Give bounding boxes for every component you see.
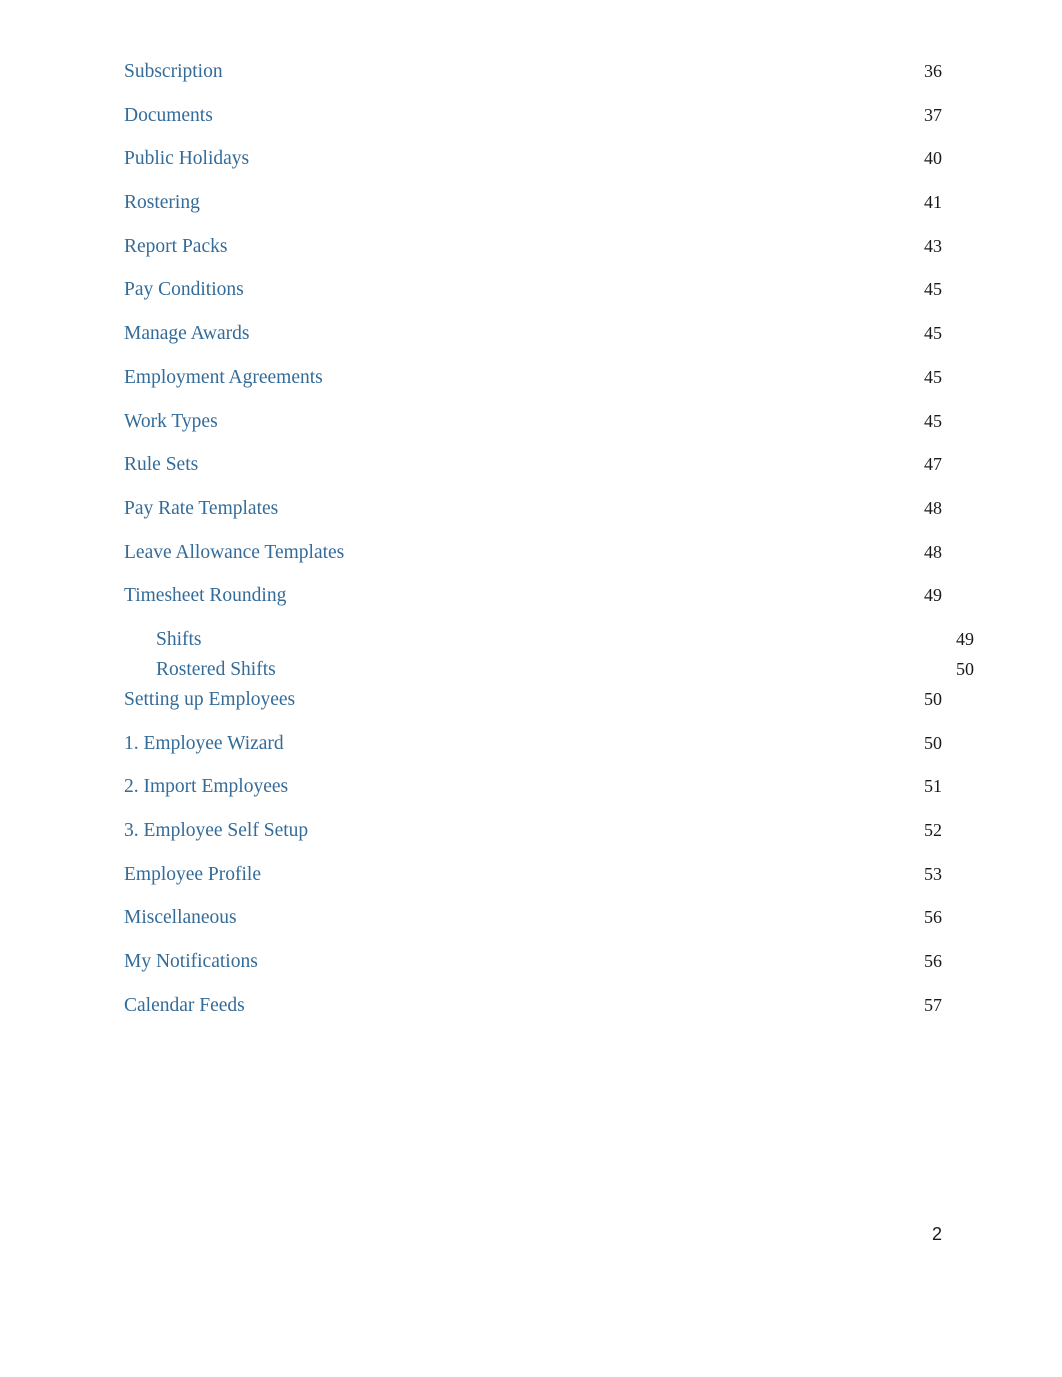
toc-entry-label: Rule Sets (124, 454, 199, 476)
toc-entry-label: Subscription (124, 61, 223, 82)
footer-page-number: 2 (931, 1224, 942, 1244)
toc-entry[interactable]: Shifts 49 (124, 630, 974, 650)
toc-entry-page-number: 45 (924, 410, 942, 431)
toc-entry[interactable]: Leave Allowance Templates 48 (124, 543, 942, 563)
toc-entry[interactable]: Pay Conditions 45 (124, 280, 942, 300)
toc-entry-label: Report Packs (124, 235, 228, 257)
toc-entry-label: Timesheet Rounding (124, 585, 287, 607)
toc-entry-page-number: 49 (956, 628, 974, 649)
toc-entry[interactable]: Rostering 41 (124, 193, 942, 213)
toc-entry[interactable]: Rostered Shifts 50 (124, 660, 974, 680)
toc-entry[interactable]: Rule Sets 47 (124, 455, 942, 475)
toc-entry-page-number: 50 (924, 732, 942, 753)
toc-entry-page-number: 40 (924, 148, 942, 169)
toc-entry-label: Rostering (124, 192, 200, 214)
toc-entry[interactable]: Work Types 45 (124, 410, 942, 432)
toc-entry-page-number: 43 (924, 235, 942, 256)
toc-entry-label: Documents (124, 104, 213, 126)
toc-entry-page-number: 41 (924, 192, 942, 213)
toc-entry[interactable]: Report Packs 43 (124, 237, 942, 257)
toc-entry-label: Miscellaneous (124, 907, 237, 929)
toc-entry[interactable]: Subscription 36 (124, 62, 942, 82)
toc-entry-label: Shifts (156, 628, 202, 650)
toc-entry-label: Pay Rate Templates (124, 497, 279, 519)
toc-entry[interactable]: Employee Profile 53 (124, 865, 942, 885)
toc-entry-page-number: 48 (924, 541, 942, 562)
toc-entry-label: Pay Conditions (124, 279, 244, 301)
toc-entry-label: 3. Employee Self Setup (124, 820, 309, 841)
toc-entry-page-number: 53 (924, 863, 942, 884)
toc-entry-page-number: 52 (924, 820, 942, 840)
toc-entry-label: Manage Awards (124, 323, 250, 345)
toc-entry-page-number: 48 (924, 497, 942, 518)
document-page: Subscription 36 Documents 37 Public Holidays… (0, 0, 1062, 1377)
toc-entry[interactable]: Public Holidays 40 (124, 149, 942, 169)
toc-entry-label: Employee Profile (124, 863, 262, 885)
toc-entry-label: Leave Allowance Templates (124, 541, 345, 563)
toc-entry-label: My Notifications (124, 951, 258, 973)
toc-entry[interactable]: Setting up Employees 50 (124, 690, 942, 710)
toc-entry-page-number: 45 (924, 323, 942, 344)
table-of-contents: Subscription 36 Documents 37 Public Holidays… (124, 62, 974, 1039)
toc-entry[interactable]: Manage Awards 45 (124, 324, 942, 344)
toc-entry-page-number: 49 (924, 585, 942, 606)
toc-entry-page-number: 47 (924, 454, 942, 475)
toc-entry-label: Rostered Shifts (156, 658, 276, 680)
toc-entry-label: 2. Import Employees (124, 776, 289, 798)
toc-entry[interactable]: Pay Rate Templates 48 (124, 499, 942, 519)
toc-entry[interactable]: Employment Agreements 45 (124, 368, 942, 388)
toc-entry-page-number: 50 (956, 658, 974, 679)
toc-entry-page-number: 50 (924, 688, 942, 709)
toc-entry[interactable]: Documents 37 (124, 106, 942, 126)
toc-entry-page-number: 56 (924, 907, 942, 928)
toc-entry[interactable]: Timesheet Rounding 49 (124, 586, 942, 606)
toc-entry-label: Setting up Employees (124, 688, 296, 710)
toc-entry-page-number: 45 (924, 366, 942, 387)
toc-entry-page-number: 56 (924, 951, 942, 972)
toc-entry[interactable]: My Notifications 56 (124, 952, 942, 972)
toc-entry-label: Employment Agreements (124, 366, 323, 388)
toc-entry[interactable]: 1. Employee Wizard 50 (124, 734, 942, 754)
toc-entry-page-number: 51 (924, 776, 942, 797)
toc-entry-page-number: 57 (924, 994, 942, 1015)
toc-entry[interactable]: Calendar Feeds 57 (124, 996, 942, 1016)
toc-entry[interactable]: 2. Import Employees 51 (124, 777, 942, 797)
toc-entry[interactable]: 3. Employee Self Setup 52 (124, 821, 942, 841)
toc-entry-label: Work Types (124, 410, 218, 432)
toc-entry-page-number: 36 (924, 61, 942, 81)
toc-entry-label: 1. Employee Wizard (124, 732, 284, 754)
toc-entry-page-number: 37 (924, 104, 942, 125)
toc-entry-label: Public Holidays (124, 148, 250, 170)
toc-entry[interactable]: Miscellaneous 56 (124, 908, 942, 928)
toc-entry-label: Calendar Feeds (124, 994, 245, 1016)
toc-entry-page-number: 45 (924, 279, 942, 300)
